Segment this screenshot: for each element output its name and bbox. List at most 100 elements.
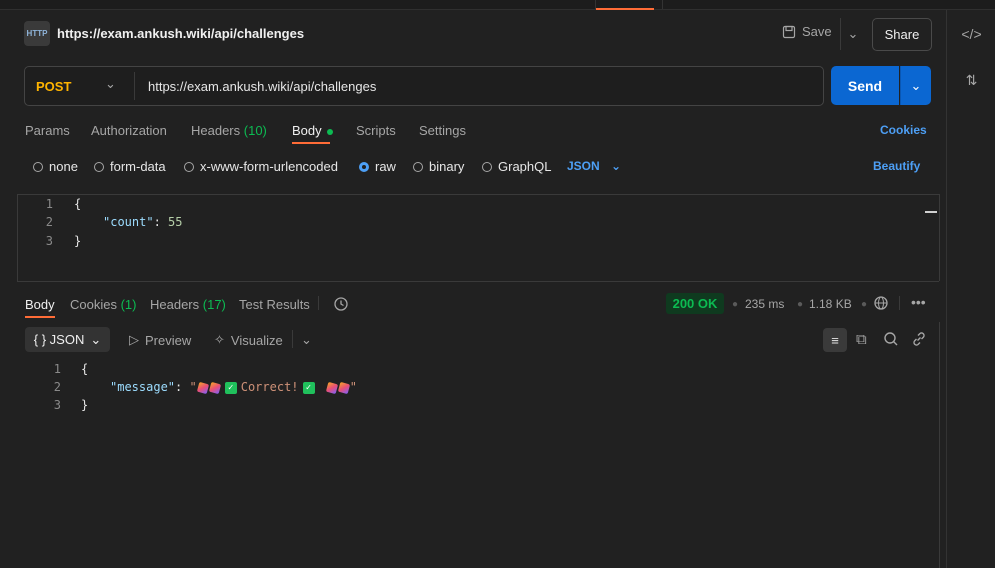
modified-indicator <box>326 128 333 135</box>
response-format-select[interactable]: { } JSON ⌄ <box>25 327 110 352</box>
save-button[interactable]: Save <box>782 24 832 39</box>
method-select[interactable]: POST <box>36 79 71 94</box>
send-button[interactable]: Send <box>831 66 899 105</box>
divider <box>318 296 319 310</box>
radio-circle <box>33 161 43 172</box>
http-request-icon: HTTP <box>24 21 50 46</box>
radio-none[interactable]: none <box>33 159 78 174</box>
request-title[interactable]: https://exam.ankush.wiki/api/challenges <box>57 26 304 41</box>
tab-headers-count: (10) <box>243 123 267 138</box>
chevron-down-icon: ⌄ <box>90 331 102 347</box>
radio-raw[interactable]: raw <box>359 159 396 174</box>
separator-dot: ● <box>732 299 739 310</box>
chevron-down-icon: ⌄ <box>910 77 922 93</box>
url-input[interactable]: https://exam.ankush.wiki/api/challenges <box>148 79 376 94</box>
more-options-icon[interactable]: ••• <box>911 294 926 310</box>
tab-authorization[interactable]: Authorization <box>91 123 167 138</box>
radio-graphql[interactable]: GraphQL <box>482 159 551 174</box>
beautify-button[interactable]: Beautify <box>873 159 920 173</box>
line-number: 2 <box>45 215 53 229</box>
radio-label: form-data <box>110 159 166 174</box>
save-dropdown-button[interactable]: ⌄ <box>840 18 865 50</box>
wrap-lines-icon: ≡ <box>831 332 839 348</box>
link-icon[interactable] <box>911 331 927 351</box>
radio-circle <box>413 161 423 172</box>
code-line: { <box>81 362 89 376</box>
radio-label: binary <box>429 159 465 174</box>
code-line: "message": " ✓ Correct! ✓ " <box>110 380 357 394</box>
send-dropdown-button[interactable]: ⌄ <box>900 66 931 105</box>
preview-label: Preview <box>145 332 192 348</box>
party-popper-icon <box>325 381 338 394</box>
history-icon[interactable] <box>333 296 349 315</box>
network-globe-icon[interactable] <box>873 295 889 314</box>
response-format-label: { } JSON <box>33 332 85 347</box>
scrollbar[interactable] <box>939 322 940 568</box>
scrollbar-thumb[interactable] <box>925 211 937 213</box>
response-tab-test-results[interactable]: Test Results <box>239 297 310 312</box>
tab-body-label: Body <box>292 123 322 138</box>
active-tab-indicator <box>596 8 654 10</box>
response-tab-body[interactable]: Body <box>25 297 55 312</box>
url-bar <box>24 66 824 106</box>
party-popper-icon <box>196 381 209 394</box>
response-tab-cookies-count: (1) <box>120 297 137 312</box>
radio-label: none <box>49 159 78 174</box>
request-body-editor[interactable] <box>17 194 939 282</box>
radio-label: raw <box>375 159 396 174</box>
tab-headers[interactable]: Headers (10) <box>191 123 267 138</box>
tab-settings[interactable]: Settings <box>419 123 466 138</box>
radio-circle <box>184 161 194 172</box>
response-size[interactable]: 1.18 KB <box>809 297 852 311</box>
code-line: } <box>74 234 82 248</box>
response-tab-headers[interactable]: Headers (17) <box>150 297 226 312</box>
sync-icon[interactable]: ⇅ <box>947 72 995 89</box>
tab-scripts[interactable]: Scripts <box>356 123 396 138</box>
visualize-button[interactable]: ✧ Visualize <box>214 332 283 348</box>
json-string-value: Correct! <box>240 380 299 394</box>
divider <box>292 330 293 348</box>
response-tab-headers-count: (17) <box>202 297 226 312</box>
response-tab-cookies-label: Cookies <box>70 297 117 312</box>
radio-label: GraphQL <box>498 159 552 174</box>
radio-circle <box>482 161 492 172</box>
play-icon: ▷ <box>129 332 139 347</box>
response-tab-headers-label: Headers <box>150 297 200 312</box>
check-mark-icon: ✓ <box>224 381 237 394</box>
response-time[interactable]: 235 ms <box>745 297 784 311</box>
tab-params[interactable]: Params <box>25 123 70 138</box>
tab-body[interactable]: Body <box>292 123 333 138</box>
line-number: 3 <box>45 234 53 248</box>
wrap-lines-button[interactable]: ≡ <box>823 328 847 352</box>
json-string-close: " <box>349 380 357 394</box>
body-format-label: JSON <box>567 159 600 173</box>
radio-binary[interactable]: binary <box>413 159 464 174</box>
scrollbar[interactable] <box>939 194 940 281</box>
party-popper-icon <box>337 381 350 394</box>
radio-form-data[interactable]: form-data <box>94 159 166 174</box>
json-key: "message" <box>110 380 176 394</box>
status-badge[interactable]: 200 OK <box>666 293 724 314</box>
divider <box>899 296 900 310</box>
visualize-dropdown[interactable]: ⌄ <box>301 332 312 348</box>
chevron-down-icon: ⌄ <box>611 159 622 173</box>
save-icon <box>782 25 796 38</box>
preview-button[interactable]: ▷ Preview <box>129 332 191 348</box>
chevron-down-icon[interactable]: ⌄ <box>105 76 116 92</box>
radio-label: x-www-form-urlencoded <box>200 159 338 174</box>
divider <box>134 72 135 100</box>
share-button[interactable]: Share <box>872 18 932 51</box>
response-tab-cookies[interactable]: Cookies (1) <box>70 297 136 312</box>
chevron-down-icon: ⌄ <box>301 332 312 347</box>
line-number: 1 <box>45 197 53 211</box>
radio-circle-selected <box>359 161 369 172</box>
separator-dot: ● <box>797 299 804 310</box>
json-colon: : <box>153 215 169 229</box>
json-colon: : <box>175 380 190 394</box>
body-format-select[interactable]: JSON ⌄ <box>567 159 621 173</box>
search-icon[interactable] <box>883 331 899 351</box>
copy-icon[interactable]: ⧉ <box>856 331 867 348</box>
radio-urlencoded[interactable]: x-www-form-urlencoded <box>184 159 338 174</box>
code-icon[interactable]: </> <box>947 26 995 42</box>
cookies-link[interactable]: Cookies <box>880 123 927 137</box>
